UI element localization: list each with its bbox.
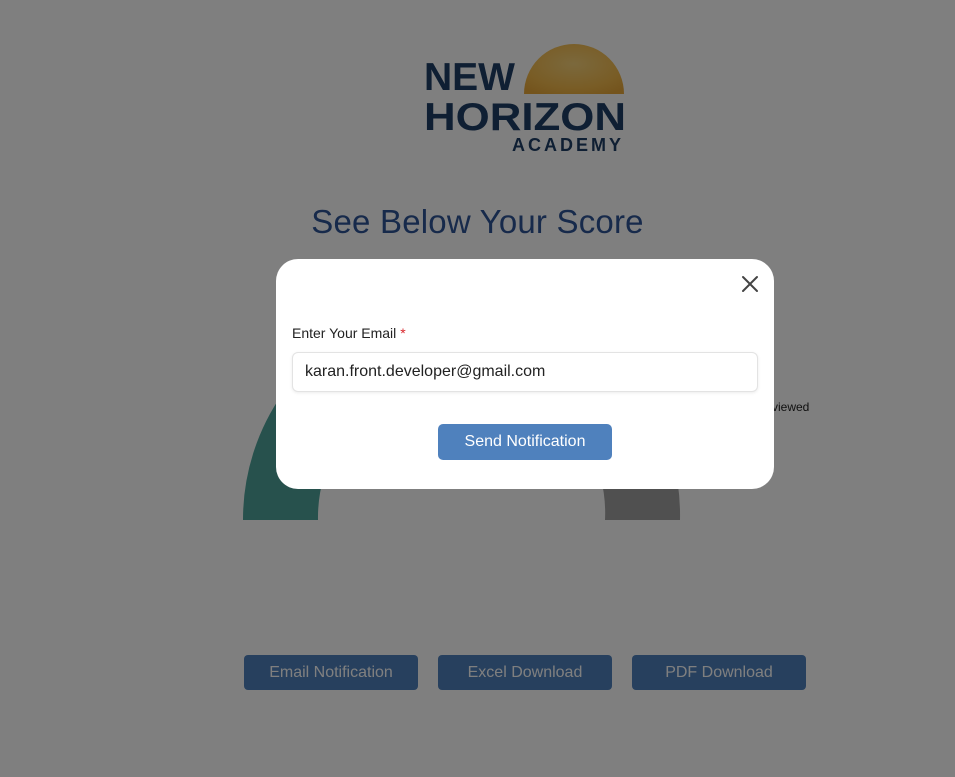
email-field[interactable] [292, 352, 758, 392]
email-modal: Enter Your Email* Send Notification [276, 259, 774, 489]
email-label-text: Enter Your Email [292, 325, 397, 341]
send-notification-button[interactable]: Send Notification [438, 424, 612, 460]
required-mark: * [400, 325, 406, 341]
close-icon[interactable] [739, 273, 761, 295]
close-button[interactable] [739, 273, 761, 295]
page: NEW HORIZON ACADEMY See Below Your Score… [0, 0, 955, 777]
email-field-label: Enter Your Email * [292, 325, 406, 341]
